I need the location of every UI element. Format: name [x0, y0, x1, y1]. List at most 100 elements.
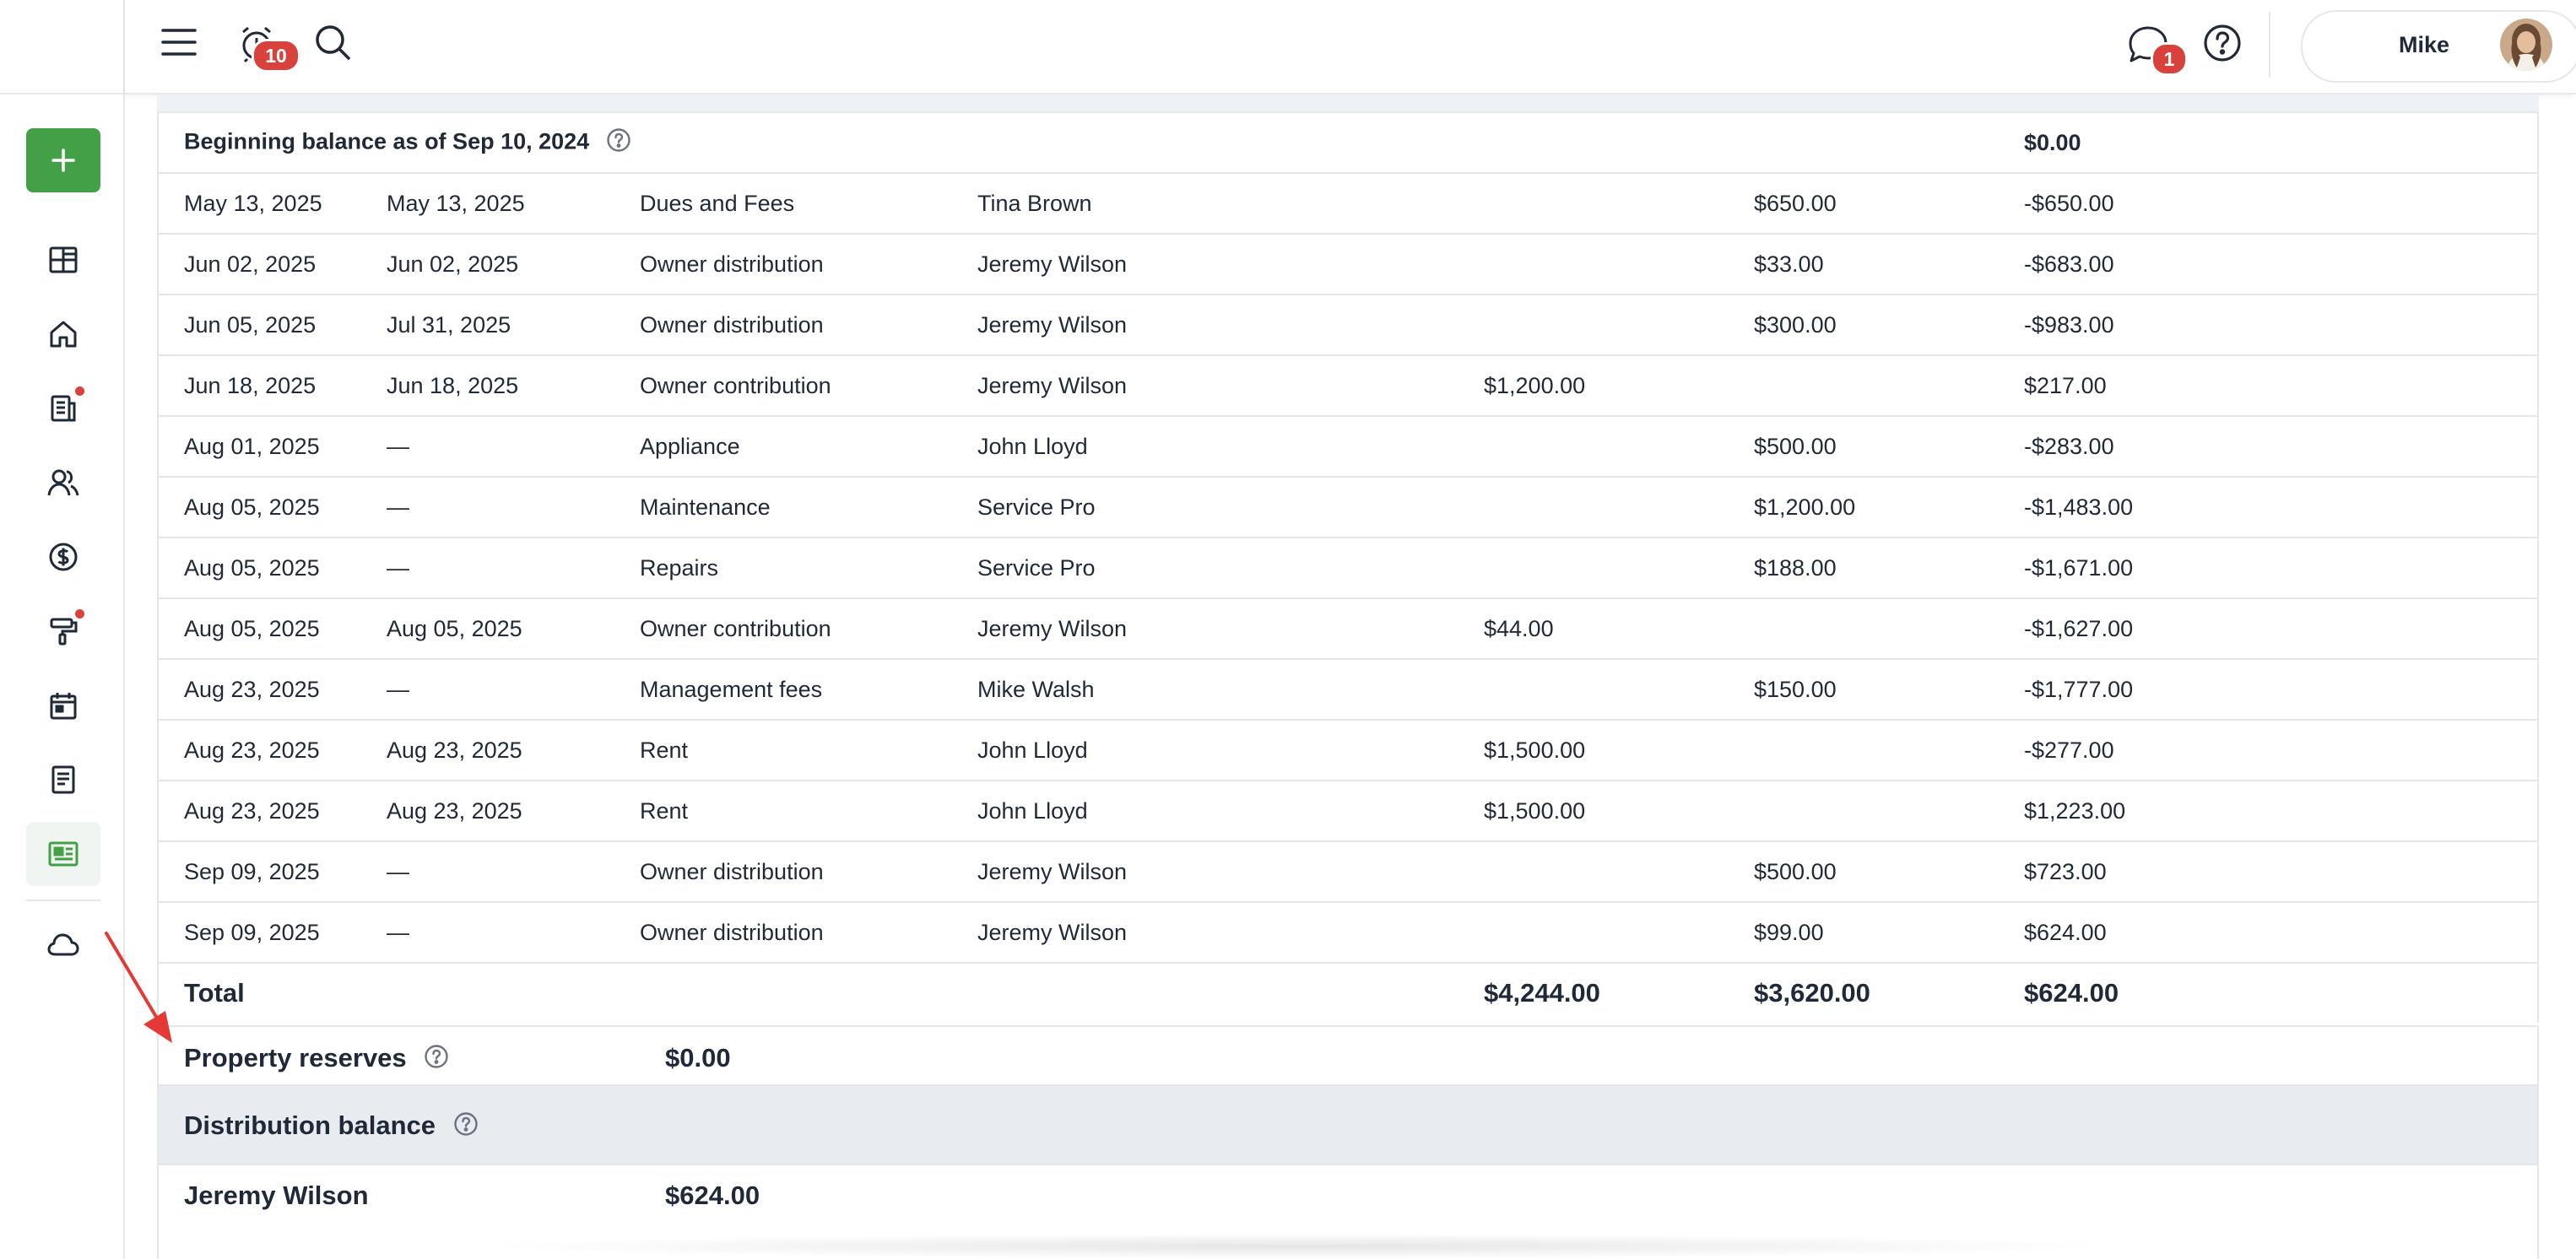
due-date-cell: Jun 02, 2025 — [387, 233, 640, 294]
table-row[interactable]: Sep 09, 2025— Owner distribution Jeremy Wi… — [157, 901, 2539, 963]
due-date-cell: — — [387, 537, 640, 598]
help-circle-icon[interactable] — [606, 127, 631, 159]
table-row[interactable]: Aug 05, 2025— Maintenance Service Pro $1,20… — [157, 476, 2539, 538]
table-row[interactable]: Jun 18, 2025 Jun 18, 2025 Owner contributi… — [157, 354, 2539, 416]
money-in-cell — [1484, 415, 1754, 477]
date-cell: Jun 02, 2025 — [157, 233, 387, 294]
type-cell: Repairs — [640, 537, 977, 598]
table-row[interactable]: Aug 23, 2025— Management fees Mike Walsh $1… — [157, 658, 2539, 720]
type-cell: Owner distribution — [640, 233, 977, 294]
money-in-cell — [1484, 840, 1754, 902]
money-out-cell: $500.00 — [1754, 840, 2024, 902]
date-cell: May 13, 2025 — [157, 172, 387, 234]
type-cell: Owner contribution — [640, 597, 977, 659]
home-icon — [50, 321, 77, 348]
due-date-cell: — — [387, 658, 640, 720]
sidebar-item-cloud[interactable] — [26, 913, 100, 977]
party-cell: Jeremy Wilson — [977, 901, 1484, 963]
date-cell: Aug 23, 2025 — [157, 780, 387, 841]
help-button[interactable] — [2201, 22, 2243, 64]
money-in-cell: $1,500.00 — [1484, 780, 1754, 841]
sidebar-item-people[interactable] — [26, 451, 100, 515]
add-icon — [51, 149, 75, 172]
ledger-table: Beginning balance as of Sep 10, 2024 $0.… — [157, 111, 2539, 1023]
money-out-cell — [1754, 354, 2024, 416]
alarms-count-badge: 10 — [252, 39, 300, 73]
sidebar-item-leases[interactable] — [26, 376, 100, 440]
sidebar-item-home[interactable] — [26, 302, 100, 366]
help-circle-icon[interactable] — [453, 1111, 479, 1143]
table-row[interactable]: Sep 09, 2025— Owner distribution Jeremy Wi… — [157, 840, 2539, 902]
table-row[interactable]: Aug 05, 2025— Repairs Service Pro $188.00 -$… — [157, 537, 2539, 598]
maintenance-notification-dot — [75, 609, 84, 619]
table-row[interactable]: Jun 05, 2025 Jul 31, 2025 Owner distributi… — [157, 294, 2539, 355]
table-row[interactable]: Aug 23, 2025 Aug 23, 2025 Rent John Lloyd $1… — [157, 780, 2539, 841]
type-cell: Owner distribution — [640, 840, 977, 902]
balance-cell: -$1,627.00 — [2024, 597, 2539, 659]
due-date-cell: May 13, 2025 — [387, 172, 640, 234]
balance-cell: $217.00 — [2024, 354, 2539, 416]
help-circle-icon[interactable] — [424, 1044, 449, 1076]
table-row[interactable]: May 13, 2025 May 13, 2025 Dues and Fees Tin… — [157, 172, 2539, 234]
table-row[interactable]: Aug 23, 2025 Aug 23, 2025 Rent John Lloyd $1… — [157, 719, 2539, 781]
red-pointer-arrow — [105, 932, 172, 1043]
money-out-cell: $99.00 — [1754, 901, 2024, 963]
party-cell: Service Pro — [977, 537, 1484, 598]
balance-cell: -$1,777.00 — [2024, 658, 2539, 720]
money-in-cell — [1484, 294, 1754, 355]
type-cell: Management fees — [640, 658, 977, 720]
balance-cell: -$683.00 — [2024, 233, 2539, 294]
type-cell: Owner contribution — [640, 354, 977, 416]
search-button[interactable] — [312, 22, 353, 62]
add-button[interactable] — [26, 128, 100, 192]
search-icon — [316, 25, 350, 60]
date-cell: Jun 05, 2025 — [157, 294, 387, 355]
party-cell: Jeremy Wilson — [977, 294, 1484, 355]
sidebar-item-dashboard[interactable] — [26, 228, 100, 292]
table-row[interactable]: Aug 01, 2025— Appliance John Lloyd $500.00-… — [157, 415, 2539, 477]
sidebar-item-reports[interactable] — [26, 822, 100, 886]
type-cell: Owner distribution — [640, 294, 977, 355]
type-cell: Appliance — [640, 415, 977, 477]
date-cell: Aug 05, 2025 — [157, 537, 387, 598]
dashboard-icon — [49, 246, 78, 273]
messages-count-badge: 1 — [2151, 42, 2188, 76]
type-cell: Owner distribution — [640, 901, 977, 963]
balance-cell: -$1,671.00 — [2024, 537, 2539, 598]
money-out-cell: $188.00 — [1754, 537, 2024, 598]
balance-cell: -$277.00 — [2024, 719, 2539, 781]
distribution-owner-value: $624.00 — [665, 1181, 760, 1210]
user-menu[interactable]: Mike — [2301, 10, 2576, 83]
date-cell: Aug 05, 2025 — [157, 597, 387, 659]
messages-button[interactable]: 1 — [2125, 22, 2188, 76]
party-cell: John Lloyd — [977, 780, 1484, 841]
money-in-cell — [1484, 476, 1754, 538]
avatar — [2500, 19, 2552, 71]
table-row[interactable]: Jun 02, 2025 Jun 02, 2025 Owner distributi… — [157, 233, 2539, 294]
left-sidebar — [0, 0, 125, 1259]
sidebar-item-documents[interactable] — [26, 748, 100, 812]
money-out-cell — [1754, 597, 2024, 659]
alarms-button[interactable]: 10 — [233, 20, 300, 73]
balance-cell: -$1,483.00 — [2024, 476, 2539, 538]
balance-cell: $1,223.00 — [2024, 780, 2539, 841]
documents-icon — [51, 765, 75, 794]
party-cell: John Lloyd — [977, 415, 1484, 477]
menu-button[interactable] — [159, 22, 199, 62]
sidebar-item-maintenance[interactable] — [26, 599, 100, 663]
money-out-cell: $300.00 — [1754, 294, 2024, 355]
type-cell: Rent — [640, 719, 977, 781]
top-bar: 10 1 Mike — [125, 0, 2576, 95]
beginning-balance-cell: Beginning balance as of Sep 10, 2024 — [157, 111, 1484, 173]
due-date-cell: Jul 31, 2025 — [387, 294, 640, 355]
sidebar-item-calendar[interactable] — [26, 673, 100, 738]
sidebar-item-accounting[interactable] — [26, 525, 100, 589]
type-cell: Dues and Fees — [640, 172, 977, 234]
user-name: Mike — [2398, 32, 2450, 57]
beginning-balance-value: $0.00 — [2024, 111, 2539, 173]
sidebar-top-divider — [0, 93, 123, 95]
date-cell: Aug 23, 2025 — [157, 719, 387, 781]
party-cell: Jeremy Wilson — [977, 597, 1484, 659]
table-row[interactable]: Aug 05, 2025 Aug 05, 2025 Owner contributi… — [157, 597, 2539, 659]
money-out-cell — [1754, 719, 2024, 781]
